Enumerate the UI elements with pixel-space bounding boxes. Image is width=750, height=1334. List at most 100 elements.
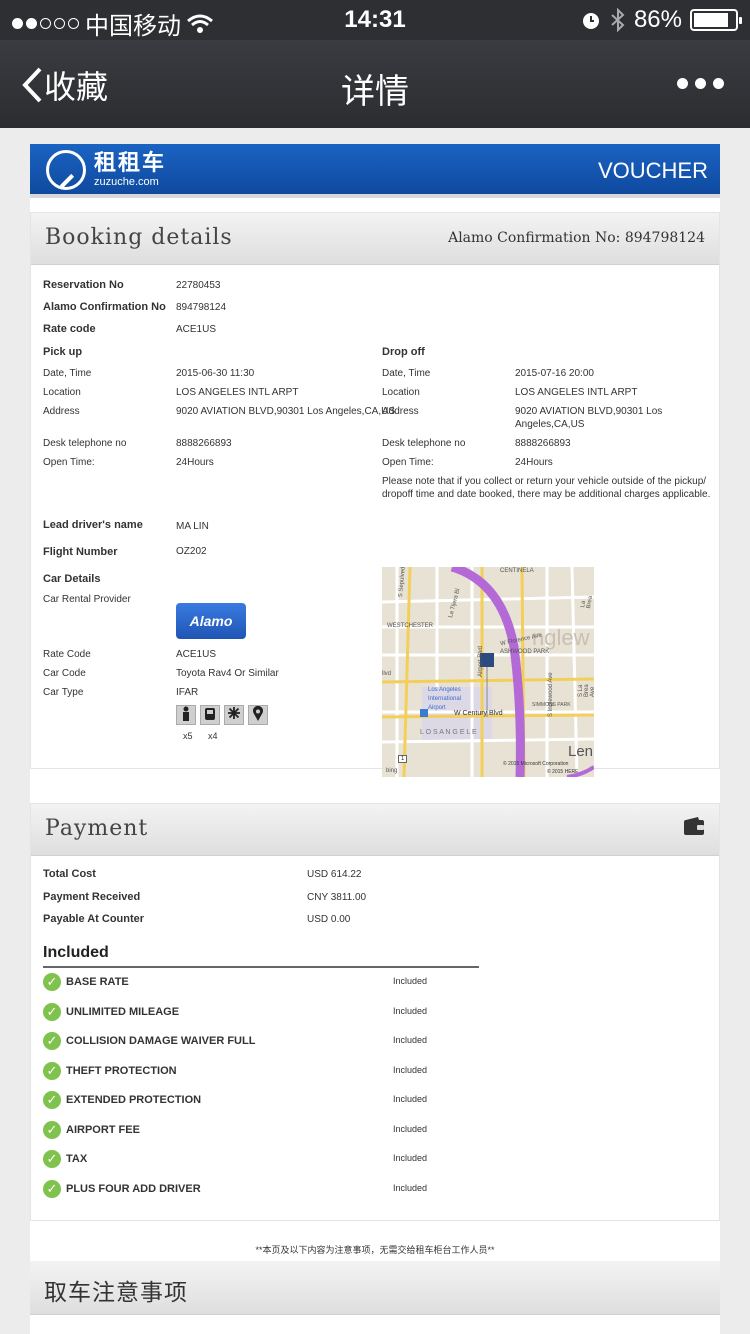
check-icon: ✓ <box>43 1002 61 1021</box>
dropoff-phone-value: 8888266893 <box>515 438 571 449</box>
map-copyright-here: © 2015 HERE <box>547 769 579 775</box>
brand-name-en: zuzuche.com <box>94 176 159 188</box>
dropoff-location-value: LOS ANGELES INTL ARPT <box>515 387 638 398</box>
driver-name-label: Lead driver's name <box>43 519 143 531</box>
rate-code-value: ACE1US <box>176 324 217 335</box>
included-item-status: Included <box>393 976 428 986</box>
brand-header: 租租车 zuzuche.com VOUCHER <box>30 144 720 198</box>
map-label-simmons: SIMMONS PARK <box>532 702 571 708</box>
list-item: ✓ TAX Included <box>43 1150 463 1180</box>
bluetooth-icon <box>611 8 625 32</box>
map-label-inglewood-ave: S Inglewood Ave <box>548 672 554 717</box>
check-icon: ✓ <box>43 1120 61 1139</box>
map-label-lennox: Len <box>568 743 594 760</box>
alamo-logo: Alamo <box>176 603 246 639</box>
car-provider-label: Car Rental Provider <box>43 594 131 605</box>
booking-details-header: Booking details Alamo Confirmation No: 8… <box>31 213 719 265</box>
car-type-value: IFAR <box>176 687 199 698</box>
flight-number-value: OZ202 <box>176 546 207 557</box>
car-rate-code-value: ACE1US <box>176 649 217 660</box>
map-copyright: © 2015 Microsoft Corporation <box>503 761 569 767</box>
alamo-confirmation-label: Alamo Confirmation No <box>43 301 166 313</box>
car-features <box>176 705 268 725</box>
included-item-name: UNLIMITED MILEAGE <box>66 1005 180 1018</box>
passenger-icon <box>176 705 196 725</box>
section-title: Booking details <box>45 225 233 250</box>
zuzuche-logo-icon <box>46 150 86 190</box>
pickup-location-value: LOS ANGELES INTL ARPT <box>176 387 299 398</box>
dropoff-address-value-2: Angeles,CA,US <box>515 419 585 430</box>
notice-body <box>30 1315 720 1334</box>
map-label-la-brea-north: La Brea <box>580 595 594 610</box>
map-label-airport-2: International <box>428 696 462 702</box>
alarm-icon <box>582 13 599 29</box>
check-icon: ✓ <box>43 973 61 991</box>
included-item-name: TAX <box>66 1153 88 1165</box>
list-item: ✓ UNLIMITED MILEAGE Included <box>43 1002 463 1033</box>
included-item-status: Included <box>393 1064 428 1075</box>
included-list: ✓ BASE RATE Included ✓ UNLIMITED MILEAGE… <box>43 973 463 1209</box>
navigation-bar: 收藏 详情 <box>0 40 750 128</box>
pickup-phone-value: 8888266893 <box>176 438 232 449</box>
pickup-open-label: Open Time: <box>43 457 95 468</box>
dropoff-address-label: Address <box>382 406 419 417</box>
pickup-open-value: 24Hours <box>176 457 214 468</box>
payment-received-value: CNY 3811.00 <box>307 892 367 903</box>
total-cost-value: USD 614.22 <box>307 869 362 880</box>
page-title: 详情 <box>341 73 409 111</box>
map-label-lvd: llvd <box>382 671 392 677</box>
list-item: ✓ BASE RATE Included <box>43 973 463 1003</box>
map-label-century: W Century Blvd <box>454 710 503 717</box>
payment-header: Payment <box>31 804 719 856</box>
battery-icon <box>690 9 742 31</box>
pickup-location-label: Location <box>43 387 81 398</box>
driver-name-value: MA LIN <box>176 521 209 532</box>
map-label-westchester: WESTCHESTER <box>387 623 434 629</box>
car-rate-code-label: Rate Code <box>43 649 91 660</box>
brand-logo: 租租车 zuzuche.com <box>46 150 166 190</box>
list-item: ✓ THEFT PROTECTION Included <box>43 1061 463 1092</box>
pickup-date-label: Date, Time <box>43 368 92 379</box>
map-label-airport-3: Airport <box>428 705 446 711</box>
air-conditioning-icon <box>224 705 244 725</box>
map-label-airport-1: Los Angeles <box>428 687 461 693</box>
check-icon: ✓ <box>43 1150 61 1168</box>
confirmation-number-header: Alamo Confirmation No: 894798124 <box>448 230 705 246</box>
car-code-value: Toyota Rav4 Or Similar <box>176 668 279 679</box>
list-item: ✓ EXTENDED PROTECTION Included <box>43 1091 463 1121</box>
included-item-name: COLLISION DAMAGE WAIVER FULL <box>66 1035 256 1047</box>
included-item-status: Included <box>393 1153 428 1163</box>
reservation-label: Reservation No <box>43 279 124 291</box>
list-item: ✓ PLUS FOUR ADD DRIVER Included <box>43 1179 463 1210</box>
dropoff-note-line-2: dropoff time and date booked, there may … <box>382 489 711 500</box>
map-route-badge: 1 <box>398 755 408 763</box>
car-details-heading: Car Details <box>43 573 101 585</box>
included-item-name: AIRPORT FEE <box>66 1123 140 1136</box>
location-map[interactable]: CENTINELA WESTCHESTER nglew ASHWOOD PARK… <box>382 567 594 777</box>
included-item-name: THEFT PROTECTION <box>66 1064 177 1077</box>
payable-counter-label: Payable At Counter <box>43 913 145 925</box>
pickup-date-value: 2015-06-30 11:30 <box>176 368 255 379</box>
included-item-name: EXTENDED PROTECTION <box>66 1094 202 1106</box>
brand-name-cn: 租租车 <box>94 150 167 175</box>
total-cost-label: Total Cost <box>43 868 96 880</box>
wallet-icon <box>684 817 704 835</box>
dropoff-phone-label: Desk telephone no <box>382 438 466 449</box>
payment-body: Total Cost USD 614.22 Payment Received C… <box>31 856 719 1216</box>
flight-number-label: Flight Number <box>43 546 118 558</box>
more-options-button[interactable] <box>677 78 724 89</box>
notice-header: 取车注意事项 <box>30 1261 720 1315</box>
dropoff-date-label: Date, Time <box>382 368 431 379</box>
booking-body: Reservation No 22780453 Alamo Confirmati… <box>31 265 719 777</box>
map-graphic <box>382 567 594 777</box>
footer-note-area: **本页及以下内容为注意事项，无需交给租车柜台工作人员** <box>30 1221 720 1261</box>
included-item-name: PLUS FOUR ADD DRIVER <box>66 1182 201 1195</box>
check-icon: ✓ <box>43 1032 61 1050</box>
car-door-icon <box>200 705 220 725</box>
alamo-confirmation-value: 894798124 <box>176 302 227 313</box>
reservation-value: 22780453 <box>176 280 221 291</box>
list-item: ✓ COLLISION DAMAGE WAIVER FULL Included <box>43 1032 463 1062</box>
dropoff-location-label: Location <box>382 387 420 398</box>
payment-section: Payment Total Cost USD 614.22 Payment Re… <box>30 803 720 1221</box>
included-item-status: Included <box>393 1182 428 1193</box>
